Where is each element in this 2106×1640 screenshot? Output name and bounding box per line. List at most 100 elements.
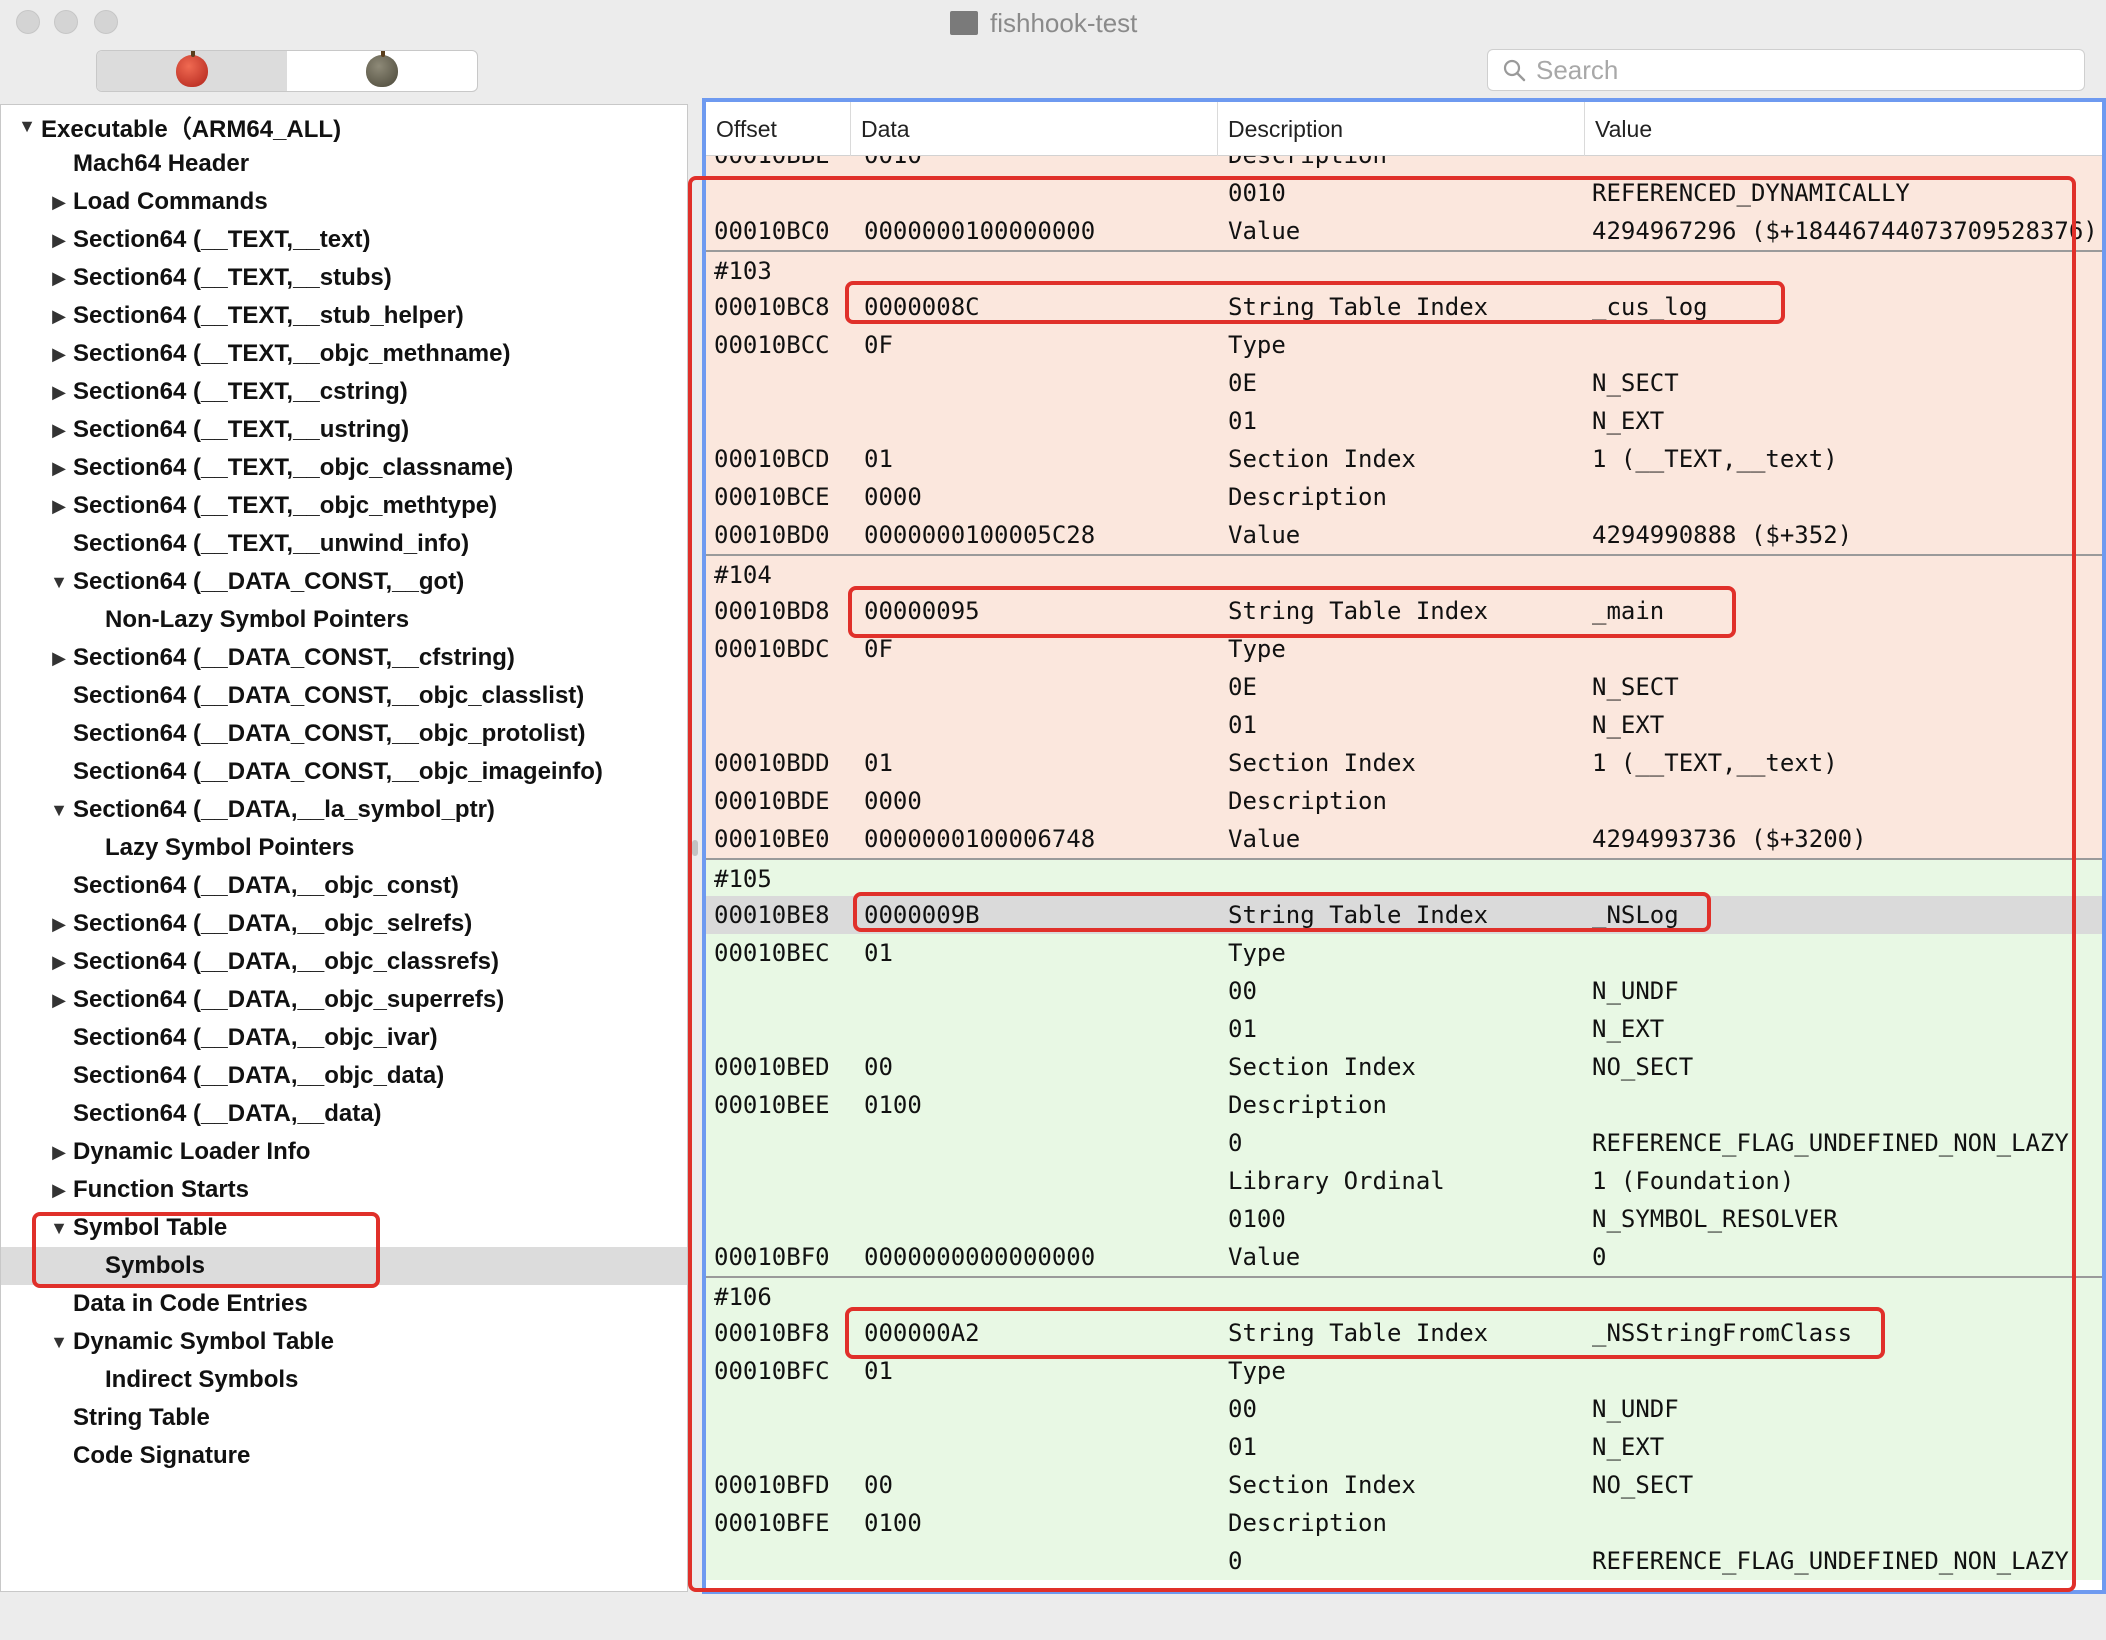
sidebar-item[interactable]: Indirect Symbols	[1, 1361, 687, 1399]
disclosure-closed-icon[interactable]: ▶	[49, 1180, 69, 1201]
sidebar-item[interactable]: ▼ Section64 (__DATA,__la_symbol_ptr)	[1, 791, 687, 829]
disclosure-open-icon[interactable]: ▼	[49, 1218, 69, 1239]
sidebar-item[interactable]: ▶ Section64 (__DATA_CONST,__cfstring)	[1, 639, 687, 677]
table-row[interactable]: 01 N_EXT	[706, 1428, 2102, 1466]
disclosure-closed-icon[interactable]: ▶	[49, 914, 69, 935]
table-row[interactable]: 00010BCE 0000 Description	[706, 478, 2102, 516]
sidebar-item[interactable]: String Table	[1, 1399, 687, 1437]
sidebar-item[interactable]: Section64 (__DATA_CONST,__objc_imageinfo…	[1, 753, 687, 791]
table-row[interactable]: 00010BFD 00 Section Index NO_SECT	[706, 1466, 2102, 1504]
sidebar-item[interactable]: ▶ Section64 (__TEXT,__stubs)	[1, 259, 687, 297]
sidebar-item[interactable]: ▶ Section64 (__TEXT,__cstring)	[1, 373, 687, 411]
sidebar-item[interactable]: Data in Code Entries	[1, 1285, 687, 1323]
table-row[interactable]: 00010BCD 01 Section Index 1 (__TEXT,__text)	[706, 440, 2102, 478]
table-row[interactable]: 0E N_SECT	[706, 364, 2102, 402]
disclosure-closed-icon[interactable]: ▶	[49, 952, 69, 973]
disclosure-open-icon[interactable]: ▼	[49, 572, 69, 593]
sidebar-item[interactable]: ▼ Symbol Table	[1, 1209, 687, 1247]
sidebar-item[interactable]: ▶ Section64 (__DATA,__objc_selrefs)	[1, 905, 687, 943]
sidebar-item[interactable]: Section64 (__TEXT,__unwind_info)	[1, 525, 687, 563]
table-row[interactable]: 0010 REFERENCED_DYNAMICALLY	[706, 174, 2102, 212]
disclosure-closed-icon[interactable]: ▶	[49, 268, 69, 289]
table-row[interactable]: 0100 N_SYMBOL_RESOLVER	[706, 1200, 2102, 1238]
sidebar-item[interactable]: ▶ Section64 (__TEXT,__ustring)	[1, 411, 687, 449]
table-row[interactable]: 00010BFC 01 Type	[706, 1352, 2102, 1390]
sidebar-item[interactable]: Section64 (__DATA,__objc_const)	[1, 867, 687, 905]
sidebar-item[interactable]: Lazy Symbol Pointers	[1, 829, 687, 867]
table-row[interactable]: 00010BD8 00000095 String Table Index _main	[706, 592, 2102, 630]
table-row[interactable]: 00 N_UNDF	[706, 1390, 2102, 1428]
table-row[interactable]: 01 N_EXT	[706, 402, 2102, 440]
sidebar-item[interactable]: Section64 (__DATA,__data)	[1, 1095, 687, 1133]
table-row[interactable]: 00010BDD 01 Section Index 1 (__TEXT,__text)	[706, 744, 2102, 782]
table-row[interactable]: 00010BE8 0000009B String Table Index _NSLog	[706, 896, 2102, 934]
disclosure-closed-icon[interactable]: ▶	[49, 458, 69, 479]
disclosure-closed-icon[interactable]: ▶	[49, 990, 69, 1011]
zoom-icon[interactable]	[94, 10, 118, 34]
split-handle[interactable]	[692, 840, 698, 856]
sidebar-item[interactable]: Section64 (__DATA,__objc_ivar)	[1, 1019, 687, 1057]
sidebar-item[interactable]: ▼ Dynamic Symbol Table	[1, 1323, 687, 1361]
table-row[interactable]: #105	[706, 858, 2102, 896]
table-row[interactable]: 00010BEC 01 Type	[706, 934, 2102, 972]
table-row[interactable]: 00010BF8 000000A2 String Table Index _NSStr…	[706, 1314, 2102, 1352]
disclosure-closed-icon[interactable]: ▶	[49, 382, 69, 403]
rva-mode-button[interactable]	[287, 51, 477, 91]
disclosure-closed-icon[interactable]: ▶	[49, 344, 69, 365]
sidebar-item[interactable]: Section64 (__DATA_CONST,__objc_protolist…	[1, 715, 687, 753]
sidebar-item[interactable]: Section64 (__DATA_CONST,__objc_classlist…	[1, 677, 687, 715]
sidebar-item[interactable]: ▶ Function Starts	[1, 1171, 687, 1209]
table-row[interactable]: #104	[706, 554, 2102, 592]
close-icon[interactable]	[16, 10, 40, 34]
disclosure-closed-icon[interactable]: ▶	[49, 496, 69, 517]
sidebar-item[interactable]: ▶ Load Commands	[1, 183, 687, 221]
table-row[interactable]: 0 REFERENCE_FLAG_UNDEFINED_NON_LAZY	[706, 1542, 2102, 1580]
table-row[interactable]: 00010BC8 0000008C String Table Index _cus_l…	[706, 288, 2102, 326]
table-row[interactable]: #103	[706, 250, 2102, 288]
table-row[interactable]: 00010BFE 0100 Description	[706, 1504, 2102, 1542]
sidebar-item[interactable]: ▶ Section64 (__TEXT,__objc_methname)	[1, 335, 687, 373]
table-row[interactable]: 0E N_SECT	[706, 668, 2102, 706]
table-row[interactable]: 0 REFERENCE_FLAG_UNDEFINED_NON_LAZY	[706, 1124, 2102, 1162]
split-divider[interactable]	[688, 104, 702, 1592]
disclosure-closed-icon[interactable]: ▶	[49, 648, 69, 669]
disclosure-closed-icon[interactable]: ▶	[49, 192, 69, 213]
disclosure-closed-icon[interactable]: ▶	[49, 1142, 69, 1163]
sidebar-item[interactable]: ▼ Section64 (__DATA_CONST,__got)	[1, 563, 687, 601]
table-row[interactable]: 00010BEE 0100 Description	[706, 1086, 2102, 1124]
sidebar-item[interactable]: ▶ Section64 (__TEXT,__objc_classname)	[1, 449, 687, 487]
table-row[interactable]: 00010BDC 0F Type	[706, 630, 2102, 668]
table-row[interactable]: 01 N_EXT	[706, 706, 2102, 744]
sidebar-item[interactable]: ▶ Section64 (__TEXT,__objc_methtype)	[1, 487, 687, 525]
sidebar-item[interactable]: ▶ Dynamic Loader Info	[1, 1133, 687, 1171]
table-row[interactable]: 00010BC0 0000000100000000 Value 4294967296 …	[706, 212, 2102, 250]
table-row[interactable]: 00010BBE 0010Description	[706, 156, 2102, 174]
table-row[interactable]: 00 N_UNDF	[706, 972, 2102, 1010]
disclosure-open-icon[interactable]: ▼	[49, 1332, 69, 1353]
sidebar-item[interactable]: Symbols	[1, 1247, 687, 1285]
sidebar-item[interactable]: Section64 (__DATA,__objc_data)	[1, 1057, 687, 1095]
table-row[interactable]: 00010BDE 0000 Description	[706, 782, 2102, 820]
disclosure-open-icon[interactable]: ▼	[17, 116, 37, 137]
table-row[interactable]: 00010BF0 0000000000000000 Value 0	[706, 1238, 2102, 1276]
disclosure-closed-icon[interactable]: ▶	[49, 230, 69, 251]
table-row[interactable]: 00010BED 00 Section Index NO_SECT	[706, 1048, 2102, 1086]
sidebar-item[interactable]: ▶ Section64 (__DATA,__objc_superrefs)	[1, 981, 687, 1019]
column-header-description[interactable]: Description	[1218, 102, 1585, 156]
table-row[interactable]: 00010BD0 0000000100005C28 Value 4294990888 …	[706, 516, 2102, 554]
search-field[interactable]	[1487, 49, 2085, 91]
sidebar-item[interactable]: ▶ Section64 (__TEXT,__text)	[1, 221, 687, 259]
sidebar-item[interactable]: ▶ Section64 (__DATA,__objc_classrefs)	[1, 943, 687, 981]
column-header-offset[interactable]: Offset	[706, 102, 851, 156]
sidebar-item[interactable]: ▼ Executable（ARM64_ALL)	[1, 107, 687, 145]
table-row[interactable]: 00010BE0 0000000100006748 Value 4294993736 …	[706, 820, 2102, 858]
search-input[interactable]	[1536, 54, 2056, 86]
sidebar-item[interactable]: Code Signature	[1, 1437, 687, 1475]
disclosure-closed-icon[interactable]: ▶	[49, 306, 69, 327]
column-header-data[interactable]: Data	[851, 102, 1218, 156]
sidebar-item[interactable]: Mach64 Header	[1, 145, 687, 183]
raw-mode-button[interactable]	[97, 51, 287, 91]
column-header-value[interactable]: Value	[1585, 102, 2102, 156]
disclosure-closed-icon[interactable]: ▶	[49, 420, 69, 441]
table-row[interactable]: 00010BCC 0F Type	[706, 326, 2102, 364]
